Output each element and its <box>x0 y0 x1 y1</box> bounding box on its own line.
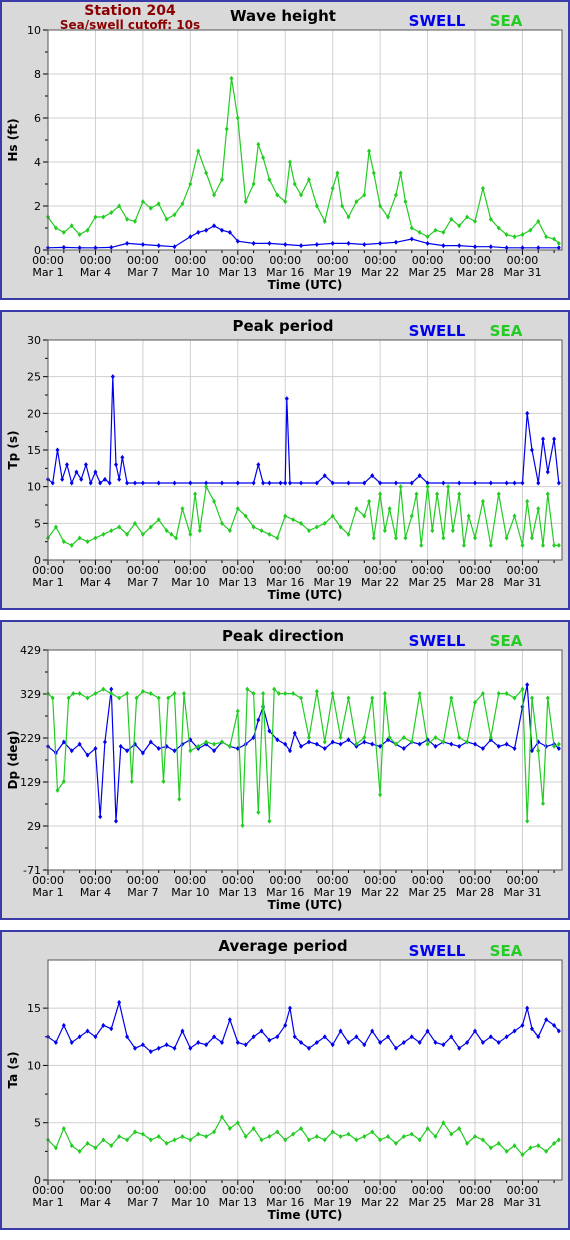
x-tick-date: Mar 1 <box>32 576 63 589</box>
x-tick-date: Mar 10 <box>171 886 209 899</box>
y-tick-label: 10 <box>27 481 41 494</box>
y-tick-label: 429 <box>20 644 41 657</box>
x-tick-date: Mar 22 <box>361 266 399 279</box>
x-tick-date: Mar 7 <box>127 266 158 279</box>
x-tick-date: Mar 31 <box>503 886 541 899</box>
legend-sea: SEA <box>490 632 523 650</box>
y-tick-label: 8 <box>34 68 41 81</box>
y-tick-label: 29 <box>27 820 41 833</box>
x-tick-date: Mar 4 <box>80 1196 111 1209</box>
legend-swell: SWELL <box>409 632 466 650</box>
x-tick-date: Mar 10 <box>171 266 209 279</box>
chart-title: Average period <box>218 937 347 955</box>
x-axis-label: Time (UTC) <box>268 1208 343 1222</box>
plot-area <box>47 959 563 1181</box>
chart-title: Wave height <box>230 7 336 25</box>
x-tick-date: Mar 25 <box>408 886 446 899</box>
x-tick-date: Mar 25 <box>408 266 446 279</box>
y-tick-label: 229 <box>20 732 41 745</box>
y-tick-label: 5 <box>34 517 41 530</box>
x-tick-date: Mar 13 <box>219 576 257 589</box>
x-tick-date: Mar 25 <box>408 576 446 589</box>
average-period-panel: 0 5 10 15 00:00 Mar 1 00:00 Mar 4 00:00 Mar 7 00:0… <box>0 930 570 1230</box>
y-axis-label: Tp (s) <box>6 430 20 469</box>
legend-sea: SEA <box>490 322 523 340</box>
y-tick-label: 5 <box>34 1117 41 1130</box>
x-tick-date: Mar 7 <box>127 576 158 589</box>
x-tick-date: Mar 31 <box>503 1196 541 1209</box>
x-tick-date: Mar 13 <box>219 1196 257 1209</box>
x-axis-label: Time (UTC) <box>268 898 343 912</box>
x-tick-date: Mar 31 <box>503 576 541 589</box>
y-tick-label: 15 <box>27 444 41 457</box>
x-tick-date: Mar 22 <box>361 1196 399 1209</box>
y-tick-label: 25 <box>27 371 41 384</box>
x-tick-date: Mar 1 <box>32 266 63 279</box>
y-tick-label: 6 <box>34 112 41 125</box>
chart-title: Peak direction <box>222 627 344 645</box>
chart-title: Peak period <box>233 317 334 335</box>
x-tick-date: Mar 28 <box>456 886 494 899</box>
legend-sea: SEA <box>490 942 523 960</box>
x-tick-date: Mar 4 <box>80 266 111 279</box>
x-tick-date: Mar 25 <box>408 1196 446 1209</box>
y-tick-label: 4 <box>34 156 41 169</box>
y-tick-label: 30 <box>27 334 41 347</box>
y-axis-label: Ta (s) <box>6 1051 20 1088</box>
sea-swell-cutoff: Sea/swell cutoff: 10s <box>60 18 200 32</box>
y-tick-label: 129 <box>20 776 41 789</box>
y-tick-label: 15 <box>27 1002 41 1015</box>
y-tick-label: 10 <box>27 1059 41 1072</box>
legend-swell: SWELL <box>409 942 466 960</box>
y-tick-label: 2 <box>34 200 41 213</box>
y-tick-label: 329 <box>20 688 41 701</box>
x-tick-date: Mar 13 <box>219 886 257 899</box>
x-axis-label: Time (UTC) <box>268 278 343 292</box>
peak-direction-panel: -71 29 129 229 329 429 00:00 Mar 1 00:00 Mar 4 00:… <box>0 620 570 920</box>
legend-swell: SWELL <box>409 322 466 340</box>
x-tick-date: Mar 28 <box>456 266 494 279</box>
y-axis-label: Dp (deg) <box>6 730 20 789</box>
peak-direction-chart: -712912922932942900:00Mar 100:00Mar 400:… <box>0 620 570 920</box>
x-tick-date: Mar 1 <box>32 886 63 899</box>
x-tick-date: Mar 1 <box>32 1196 63 1209</box>
average-period-chart: 05101500:00Mar 100:00Mar 400:00Mar 700:0… <box>0 930 570 1230</box>
x-tick-date: Mar 28 <box>456 1196 494 1209</box>
x-tick-date: Mar 10 <box>171 576 209 589</box>
legend-swell: SWELL <box>409 12 466 30</box>
legend-sea: SEA <box>490 12 523 30</box>
peak-period-panel: 0 5 10 15 20 25 30 00:00 Mar 1 00:00 Mar 4 00:00 Mar… <box>0 310 570 610</box>
x-tick-date: Mar 22 <box>361 576 399 589</box>
station-name: Station 204 <box>84 3 176 19</box>
x-axis-label: Time (UTC) <box>268 588 343 602</box>
y-axis-label: Hs (ft) <box>6 118 20 161</box>
x-tick-date: Mar 4 <box>80 576 111 589</box>
x-tick-date: Mar 4 <box>80 886 111 899</box>
x-tick-date: Mar 31 <box>503 266 541 279</box>
x-tick-date: Mar 10 <box>171 1196 209 1209</box>
x-tick-date: Mar 13 <box>219 266 257 279</box>
x-tick-date: Mar 28 <box>456 576 494 589</box>
wave-height-chart: 024681000:00Mar 100:00Mar 400:00Mar 700:… <box>0 0 570 300</box>
plot-area <box>47 649 563 871</box>
x-tick-date: Mar 7 <box>127 886 158 899</box>
x-tick-date: Mar 22 <box>361 886 399 899</box>
peak-period-chart: 05101520253000:00Mar 100:00Mar 400:00Mar… <box>0 310 570 610</box>
x-tick-date: Mar 7 <box>127 1196 158 1209</box>
y-tick-label: 20 <box>27 407 41 420</box>
wave-height-panel: 0 2 4 6 8 10 00:00 Mar 1 00:00 Mar 4 00:00 Mar 7 00:… <box>0 0 570 300</box>
y-tick-label: 10 <box>27 24 41 37</box>
